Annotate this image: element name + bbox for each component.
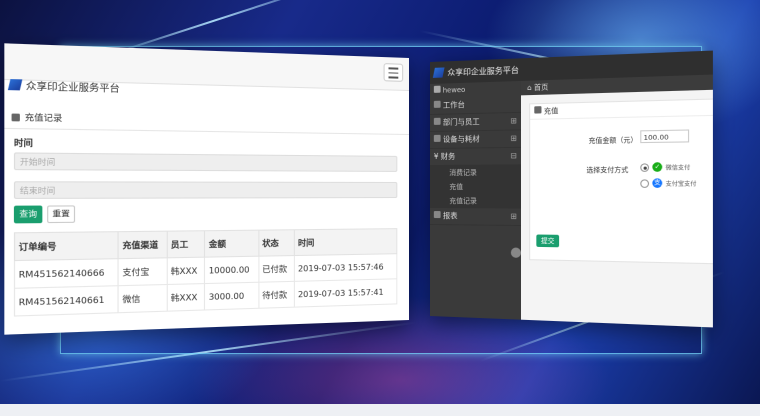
hamburger-icon [388, 76, 399, 79]
wechat-pay-radio[interactable] [640, 163, 650, 172]
time-cell: 2019-07-03 15:57:46 [294, 253, 397, 282]
breadcrumb: 充值 [530, 99, 713, 120]
status-cell: 已付款 [258, 255, 295, 283]
users-icon [433, 117, 441, 125]
channel-cell: 支付宝 [118, 257, 167, 286]
breadcrumb-label: 充值记录 [24, 112, 63, 123]
query-button[interactable]: 查询 [13, 205, 43, 224]
recharge-records-window: 众享印企业服务平台 充值记录 时间 开始时间 结束时间 查询 重置 订单编号 充… [4, 43, 410, 335]
expand-icon: ⊞ [510, 133, 517, 143]
menu-toggle-button[interactable] [383, 63, 404, 82]
tab-home[interactable]: ⌂ 首页 [527, 83, 548, 92]
time-label: 时间 [13, 137, 33, 149]
brand-title: 众享印企业服务平台 [447, 65, 519, 77]
recharge-window: 众享印企业服务平台 heweo 工作台 部门与员工 ⊞ 设备与耗材 ⊞ ¥ 财务 ⊟ … [430, 50, 713, 328]
records-table: 订单编号 充值渠道 员工 金额 状态 时间 RM451562140666 支付宝… [14, 228, 397, 317]
order-id-cell: RM451562140661 [14, 285, 119, 317]
sidebar-item-label: 设备与耗材 [442, 134, 480, 144]
sidebar-item-finance[interactable]: ¥ 财务 ⊟ [430, 147, 522, 166]
yen-icon: ¥ [433, 151, 439, 161]
amount-label: 充值金额（元） [588, 135, 638, 145]
sidebar-subitem-recharge-records[interactable]: 充值记录 [430, 194, 522, 209]
alipay-radio[interactable] [640, 179, 650, 188]
logo-icon [432, 67, 445, 78]
amount-input[interactable]: 100.00 [640, 129, 690, 144]
column-header: 充值渠道 [118, 231, 167, 259]
chart-icon [433, 211, 441, 219]
sidebar-subitem-recharge[interactable]: 充值 [430, 179, 522, 195]
home-icon [433, 100, 441, 108]
sidebar-item-label: 部门与员工 [442, 116, 480, 127]
time-cell: 2019-07-03 15:57:41 [294, 278, 397, 308]
document-icon [534, 106, 542, 114]
column-header: 状态 [258, 229, 295, 257]
order-id-cell: RM451562140666 [14, 258, 119, 289]
recharge-form: 充值 充值金额（元） 100.00 选择支付方式 ✓ 微信支付 支 支付宝支付 … [529, 98, 713, 265]
expand-icon: ⊞ [510, 211, 517, 221]
user-label: heweo [442, 85, 466, 95]
sidebar-item-departments[interactable]: 部门与员工 ⊞ [430, 112, 522, 132]
sidebar-collapse-toggle[interactable] [510, 247, 522, 258]
column-header: 时间 [294, 228, 397, 256]
wechat-pay-label: 微信支付 [665, 165, 691, 172]
logo-icon [7, 79, 23, 91]
collapse-icon: ⊟ [510, 150, 517, 161]
sidebar-item-workbench[interactable]: 工作台 [430, 95, 522, 115]
document-icon [11, 112, 20, 121]
column-header: 金额 [204, 230, 259, 258]
amount-cell: 10000.00 [204, 256, 259, 284]
user-icon [433, 85, 441, 93]
breadcrumb: 充值记录 [4, 105, 410, 136]
column-header: 员工 [166, 230, 205, 258]
brand: 众享印企业服务平台 [7, 75, 120, 98]
start-time-input[interactable]: 开始时间 [13, 152, 398, 172]
payment-method-label: 选择支付方式 [586, 165, 629, 175]
monitor-icon [433, 134, 441, 142]
sidebar-item-reports[interactable]: 报表 ⊞ [430, 208, 522, 227]
sidebar-subitem-consumption[interactable]: 消费记录 [430, 165, 522, 180]
expand-icon: ⊞ [510, 116, 517, 126]
end-time-input[interactable]: 结束时间 [13, 181, 398, 199]
brand-title: 众享印企业服务平台 [25, 81, 120, 95]
sidebar-item-label: 财务 [440, 151, 456, 161]
submit-button[interactable]: 提交 [536, 234, 560, 248]
sidebar-item-label: 报表 [442, 211, 458, 221]
reset-button[interactable]: 重置 [47, 205, 76, 224]
background: 众享印企业服务平台 充值记录 时间 开始时间 结束时间 查询 重置 订单编号 充… [0, 0, 760, 416]
sidebar: heweo 工作台 部门与员工 ⊞ 设备与耗材 ⊞ ¥ 财务 ⊟ 消费记录 充值 充值… [430, 80, 522, 320]
employee-cell: 韩XXX [166, 283, 205, 312]
hamburger-icon [388, 71, 399, 74]
employee-cell: 韩XXX [166, 257, 205, 285]
wechat-pay-icon: ✓ [652, 162, 663, 172]
tab-label: 首页 [533, 83, 549, 92]
bottom-strip [0, 404, 760, 416]
sidebar-item-label: 工作台 [442, 100, 465, 110]
alipay-label: 支付宝支付 [665, 181, 697, 188]
breadcrumb-label: 充值 [543, 106, 559, 116]
status-cell: 待付款 [258, 281, 295, 309]
column-header: 订单编号 [14, 231, 119, 261]
hamburger-icon [388, 67, 399, 70]
channel-cell: 微信 [118, 284, 167, 313]
sidebar-item-devices[interactable]: 设备与耗材 ⊞ [430, 130, 522, 149]
alipay-icon: 支 [652, 178, 663, 188]
amount-cell: 3000.00 [204, 282, 259, 310]
